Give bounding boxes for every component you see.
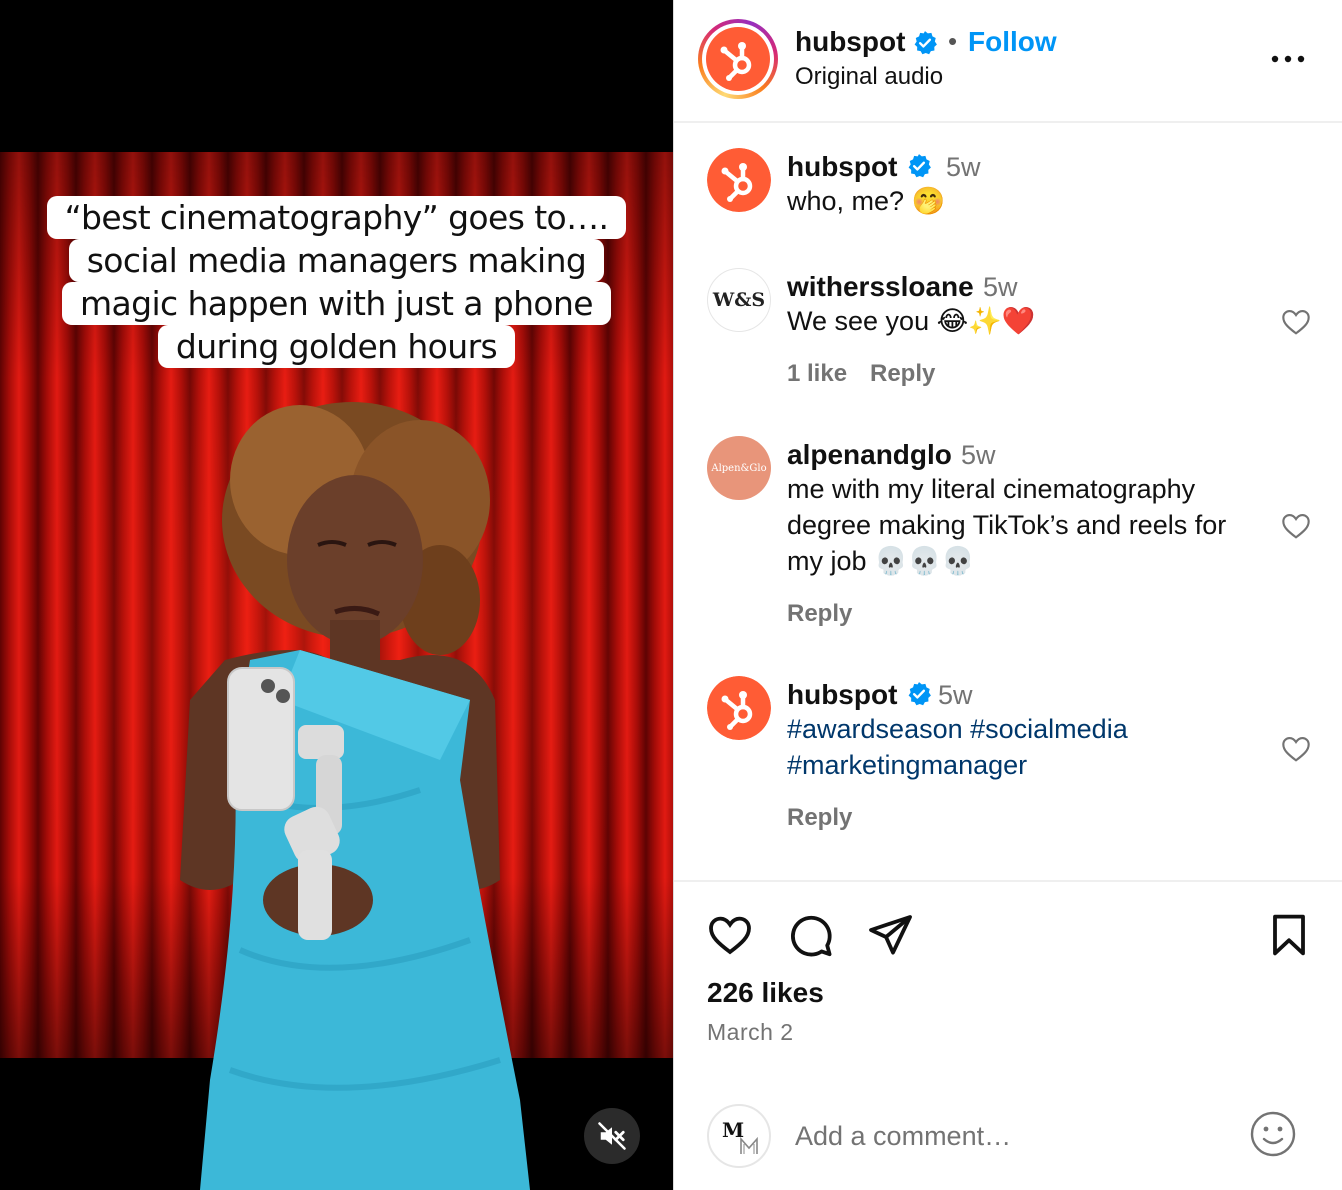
follow-button[interactable]: Follow	[968, 26, 1057, 58]
reply-button[interactable]: Reply	[787, 600, 852, 628]
bookmark-icon[interactable]	[1265, 911, 1313, 959]
avatar-monogram-mark	[740, 1136, 758, 1154]
reel-video[interactable]: “best cinematography” goes to…. social m…	[0, 0, 673, 1190]
post-header: hubspot • Follow Original audio	[674, 0, 1342, 123]
heart-icon[interactable]	[1280, 733, 1312, 765]
hubspot-logo-icon	[706, 27, 770, 91]
author-username[interactable]: hubspot	[795, 26, 905, 58]
verified-badge-icon	[908, 682, 931, 706]
avatar-monogram: W&S	[712, 289, 766, 311]
add-comment-input[interactable]	[795, 1116, 1215, 1156]
add-comment-bar: M	[674, 1098, 1342, 1178]
paper-plane-icon[interactable]	[866, 911, 914, 959]
post-date[interactable]: March 2	[707, 1019, 794, 1046]
author-avatar[interactable]	[698, 19, 778, 99]
likes-count[interactable]: 226 likes	[707, 977, 824, 1009]
comment-time[interactable]: 5w	[946, 152, 981, 183]
avatar-monogram: Alpen&Glo	[711, 462, 767, 474]
mute-toggle-button[interactable]	[584, 1108, 640, 1164]
caption-line: during golden hours	[157, 325, 516, 368]
comments-list[interactable]: hubspot 5w who, me? 🤭 W&S witherssloane …	[674, 125, 1342, 880]
reply-button[interactable]: Reply	[787, 804, 852, 832]
header-separator: •	[948, 26, 958, 56]
current-user-avatar[interactable]: M	[707, 1104, 771, 1168]
comment-username[interactable]: hubspot	[787, 151, 897, 183]
comment-text: who, me? 🤭	[787, 186, 946, 216]
comment-text-line: my job 💀💀💀	[787, 546, 975, 576]
comment-text-line: degree making TikTok’s and reels for	[787, 510, 1227, 540]
caption-line: “best cinematography” goes to….	[46, 196, 627, 239]
hashtag-links[interactable]: #marketingmanager	[787, 747, 1027, 783]
original-audio-link[interactable]: Original audio	[795, 63, 943, 91]
verified-badge-icon	[914, 31, 937, 55]
comment-time[interactable]: 5w	[938, 680, 973, 711]
comment-username[interactable]: witherssloane	[787, 271, 974, 303]
comment-text: We see you 😂✨❤️	[787, 306, 1036, 336]
heart-icon[interactable]	[1280, 510, 1312, 542]
comment-time[interactable]: 5w	[983, 272, 1018, 303]
ellipsis-icon[interactable]	[1270, 46, 1306, 72]
comment-time[interactable]: 5w	[961, 440, 996, 471]
comment-username[interactable]: alpenandglo	[787, 439, 952, 471]
caption-line: social media managers making	[68, 239, 605, 282]
caption-line: magic happen with just a phone	[61, 282, 612, 325]
comment-bubble-icon[interactable]	[786, 911, 834, 959]
speaker-muted-icon	[598, 1122, 626, 1150]
hubspot-logo-icon[interactable]	[707, 148, 771, 212]
comment-text-line: me with my literal cinematography	[787, 474, 1196, 504]
comment-username[interactable]: hubspot	[787, 679, 897, 711]
smiley-icon[interactable]	[1249, 1110, 1297, 1158]
verified-badge-icon	[908, 154, 931, 178]
comment-likes-count[interactable]: 1 like	[787, 360, 847, 388]
heart-icon[interactable]	[706, 911, 754, 959]
video-caption-overlay: “best cinematography” goes to…. social m…	[0, 196, 673, 368]
heart-icon[interactable]	[1280, 306, 1312, 338]
commenter-avatar[interactable]: W&S	[707, 268, 771, 332]
reply-button[interactable]: Reply	[870, 360, 935, 388]
hubspot-logo-icon[interactable]	[707, 676, 771, 740]
commenter-avatar[interactable]: Alpen&Glo	[707, 436, 771, 500]
post-side-panel: hubspot • Follow Original audio hubspot …	[673, 0, 1342, 1190]
hashtag-links[interactable]: #awardseason #socialmedia	[787, 711, 1128, 747]
